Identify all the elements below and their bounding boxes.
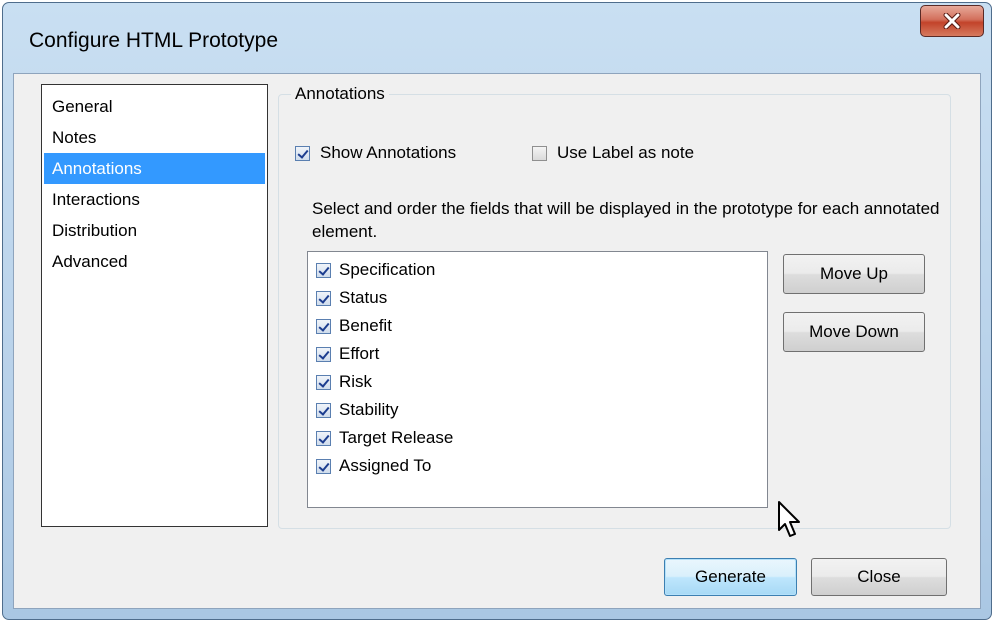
field-checkbox[interactable]	[316, 290, 331, 306]
field-label: Status	[339, 288, 388, 307]
settings-category-list[interactable]: General Notes Annotations Interactions D…	[41, 84, 268, 527]
list-item[interactable]: Benefit	[308, 312, 767, 340]
dialog-client-area: General Notes Annotations Interactions D…	[13, 73, 981, 609]
list-item[interactable]: Assigned To	[308, 452, 767, 480]
field-label: Stability	[339, 400, 399, 419]
annotations-group-label: Annotations	[291, 84, 389, 104]
move-down-button[interactable]: Move Down	[783, 312, 925, 352]
nav-item-general[interactable]: General	[44, 91, 265, 122]
field-checkbox[interactable]	[316, 262, 331, 278]
field-label: Risk	[339, 372, 373, 391]
mouse-pointer-icon	[778, 501, 800, 537]
close-button[interactable]: Close	[811, 558, 947, 596]
field-checkbox[interactable]	[316, 318, 331, 334]
list-item[interactable]: Target Release	[308, 424, 767, 452]
title-bar[interactable]: Configure HTML Prototype	[3, 3, 991, 81]
list-item[interactable]: Risk	[308, 368, 767, 396]
field-label: Specification	[339, 260, 436, 279]
fields-instructions: Select and order the fields that will be…	[312, 199, 940, 241]
field-checkbox[interactable]	[316, 402, 331, 418]
field-checkbox[interactable]	[316, 346, 331, 362]
field-label: Benefit	[339, 316, 392, 335]
show-annotations-label: Show Annotations	[320, 143, 457, 162]
move-up-button[interactable]: Move Up	[783, 254, 925, 294]
use-label-as-note-option[interactable]: Use Label as note	[532, 142, 694, 164]
close-icon	[943, 13, 961, 29]
nav-item-annotations[interactable]: Annotations	[44, 153, 265, 184]
nav-item-notes[interactable]: Notes	[44, 122, 265, 153]
show-annotations-option[interactable]: Show Annotations	[295, 142, 456, 164]
annotation-fields-list[interactable]: Specification Status Benefit Effort Risk	[307, 251, 768, 508]
field-label: Target Release	[339, 428, 454, 447]
annotations-groupbox: Annotations Show Annotations Use Label a…	[278, 84, 951, 529]
field-label: Assigned To	[339, 456, 432, 475]
window-title: Configure HTML Prototype	[29, 29, 278, 52]
close-window-button[interactable]	[920, 5, 984, 37]
list-item[interactable]: Specification	[308, 256, 767, 284]
nav-item-distribution[interactable]: Distribution	[44, 215, 265, 246]
show-annotations-checkbox[interactable]	[295, 145, 310, 161]
field-checkbox[interactable]	[316, 458, 331, 474]
list-item[interactable]: Stability	[308, 396, 767, 424]
list-item[interactable]: Effort	[308, 340, 767, 368]
nav-item-interactions[interactable]: Interactions	[44, 184, 265, 215]
generate-button[interactable]: Generate	[664, 558, 797, 596]
field-checkbox[interactable]	[316, 430, 331, 446]
use-label-as-note-label: Use Label as note	[557, 143, 695, 162]
field-checkbox[interactable]	[316, 374, 331, 390]
field-label: Effort	[339, 344, 380, 363]
use-label-as-note-checkbox[interactable]	[532, 145, 547, 161]
dialog-window: Configure HTML Prototype General Notes A…	[2, 2, 992, 620]
nav-item-advanced[interactable]: Advanced	[44, 246, 265, 277]
list-item[interactable]: Status	[308, 284, 767, 312]
